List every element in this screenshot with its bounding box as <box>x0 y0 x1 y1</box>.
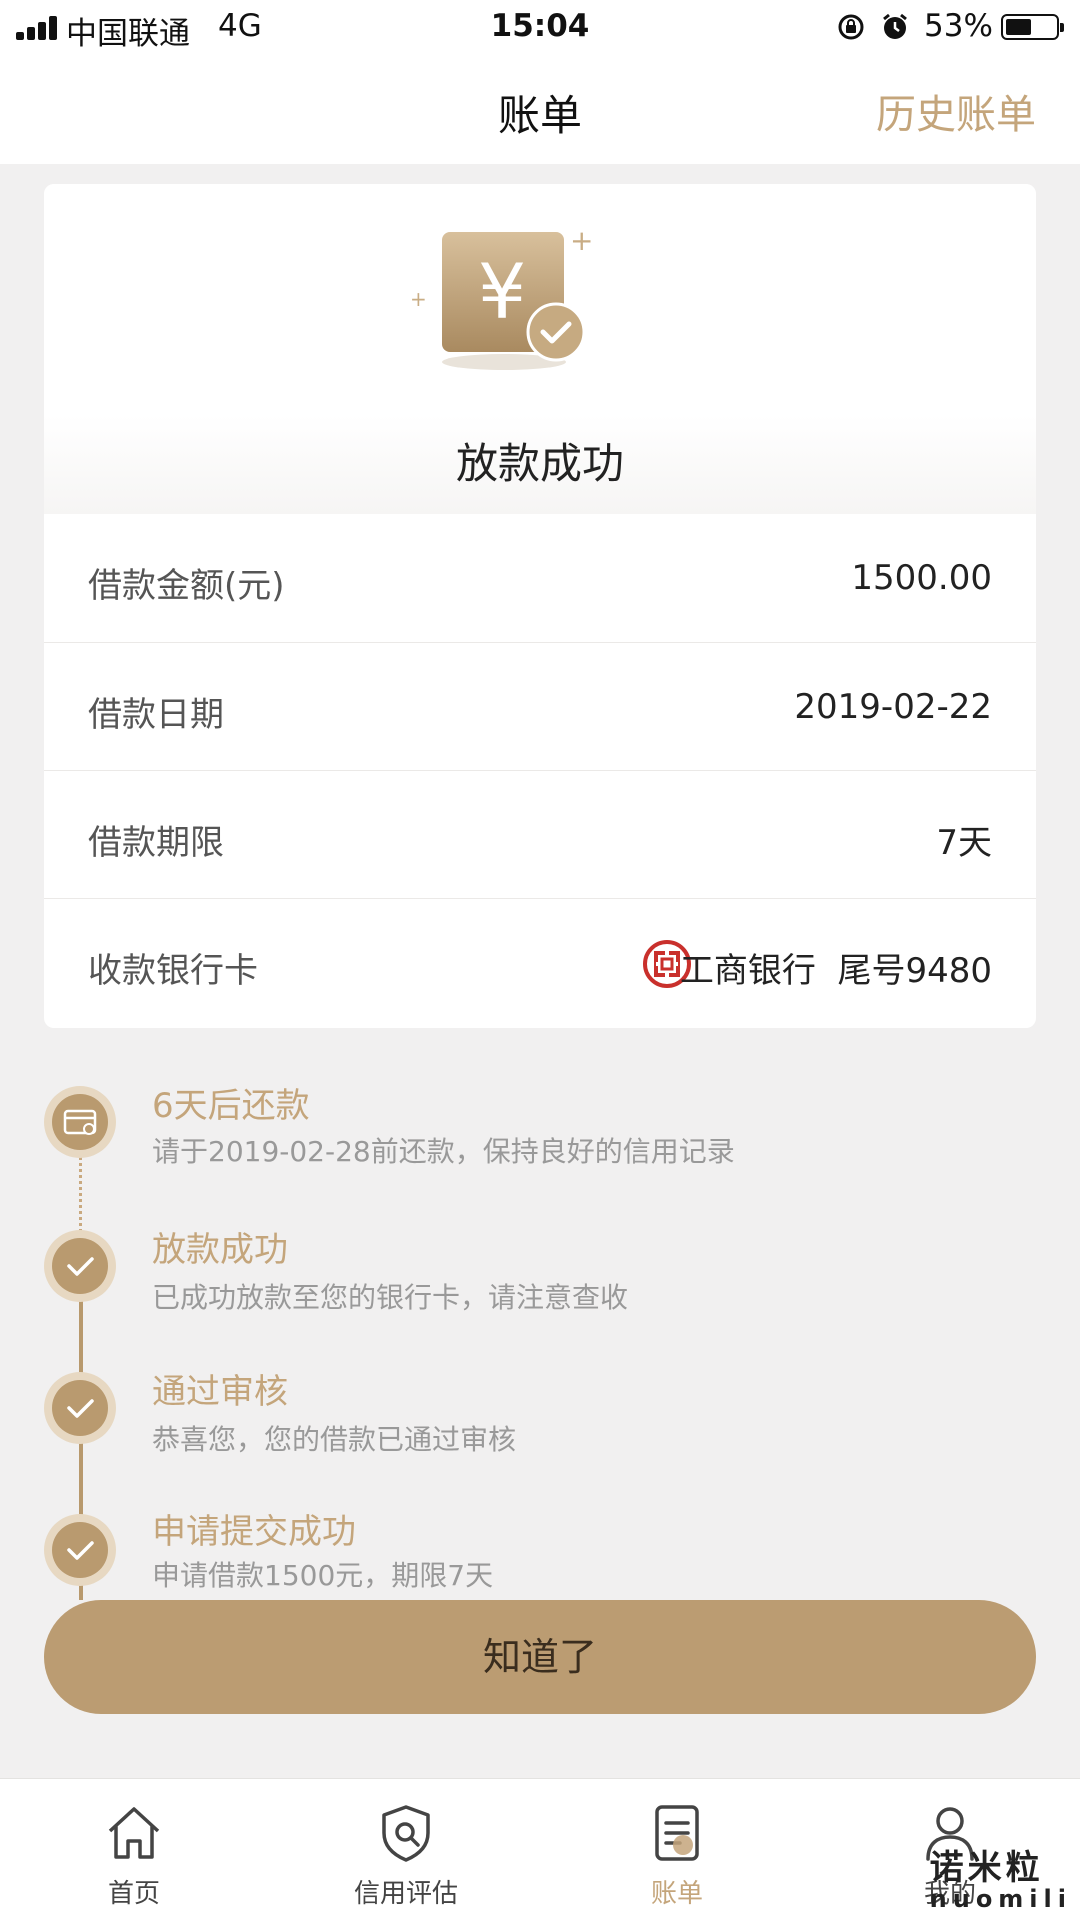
timeline-step-desc: 恭喜您，您的借款已通过审核 <box>152 1423 517 1456</box>
bill-icon <box>655 1805 699 1861</box>
detail-row-term: 借款期限 7天 <box>44 770 1036 899</box>
bottom-tab-bar: 首页 信用评估 账单 我的 诺米粒 nuomili <box>0 1778 1080 1921</box>
timeline-step-title: 申请提交成功 <box>152 1512 356 1552</box>
bank-card-info: 工商银行 尾号9480 <box>680 943 992 992</box>
confirm-button[interactable]: 知道了 <box>44 1600 1036 1714</box>
svg-text:¥: ¥ <box>478 247 526 336</box>
nav-bar: 账单 历史账单 <box>0 56 1080 164</box>
detail-row-amount: 借款金额(元) 1500.00 <box>44 514 1036 642</box>
check-icon <box>67 1399 94 1418</box>
timeline-step-title: 放款成功 <box>152 1230 288 1270</box>
status-bar: 中国联通 4G 15:04 53% <box>0 0 1080 56</box>
timeline-step-1 <box>44 1086 116 1158</box>
yuan-check-icon: + + + ¥ <box>410 224 593 370</box>
tab-credit-assessment[interactable]: 信用评估 <box>326 1779 486 1921</box>
timeline-step-4 <box>44 1514 116 1586</box>
loan-progress-timeline: 6天后还款 请于2019-02-28前还款，保持良好的信用记录 放款成功 已成功… <box>0 1050 1080 1600</box>
detail-value: 2019-02-22 <box>794 687 992 727</box>
timeline-step-title: 通过审核 <box>152 1372 288 1412</box>
tab-label: 首页 <box>107 1879 160 1909</box>
tab-label: 信用评估 <box>353 1879 458 1909</box>
svg-text:+: + <box>410 287 427 311</box>
rotation-lock-icon <box>838 14 864 40</box>
detail-row-date: 借款日期 2019-02-22 <box>44 642 1036 771</box>
timeline-step-desc: 已成功放款至您的银行卡，请注意查收 <box>152 1281 629 1314</box>
detail-label: 借款日期 <box>88 695 224 735</box>
timeline-step-desc: 申请借款1500元，期限7天 <box>152 1559 494 1592</box>
clock: 15:04 <box>490 8 590 44</box>
detail-label: 借款金额(元) <box>88 566 285 606</box>
watermark-cn: 诺米粒 <box>929 1848 1044 1888</box>
watermark-logo: 诺米粒 nuomili <box>930 1840 1072 1913</box>
card-icon <box>63 1109 97 1135</box>
timeline-step-title: 6天后还款 <box>152 1086 310 1126</box>
timeline-step-3 <box>44 1372 116 1444</box>
home-icon <box>108 1807 160 1859</box>
svg-text:+: + <box>570 224 593 257</box>
tab-bill[interactable]: 账单 <box>597 1779 757 1921</box>
card-tail: 尾号9480 <box>837 951 992 991</box>
shield-icon <box>382 1805 430 1862</box>
check-icon <box>67 1257 94 1276</box>
battery-percent: 53% <box>924 8 993 44</box>
tab-label: 账单 <box>650 1879 703 1909</box>
detail-value: 7天 <box>936 823 992 863</box>
alarm-icon <box>883 13 907 39</box>
battery-icon <box>1001 14 1064 40</box>
loan-status-hero: + + + ¥ 放款成功 <box>44 184 1036 514</box>
loan-status-title: 放款成功 <box>455 439 624 488</box>
detail-value: 1500.00 <box>851 558 992 598</box>
check-icon <box>67 1541 94 1560</box>
loan-detail-card: + + + ¥ 放款成功 借款金额(元) 1500.00 借款日期 2019-0… <box>44 184 1036 1028</box>
history-bills-link[interactable]: 历史账单 <box>876 82 1036 140</box>
tab-home[interactable]: 首页 <box>54 1779 214 1921</box>
detail-row-bank-card: 收款银行卡 工商银行 尾号9480 <box>44 898 1036 1027</box>
detail-label: 借款期限 <box>88 823 224 863</box>
watermark-en: nuomili <box>929 1885 1072 1913</box>
timeline-step-2 <box>44 1230 116 1302</box>
timeline-step-desc: 请于2019-02-28前还款，保持良好的信用记录 <box>152 1135 735 1168</box>
bank-name: 工商银行 <box>679 951 816 991</box>
detail-label: 收款银行卡 <box>88 951 258 991</box>
